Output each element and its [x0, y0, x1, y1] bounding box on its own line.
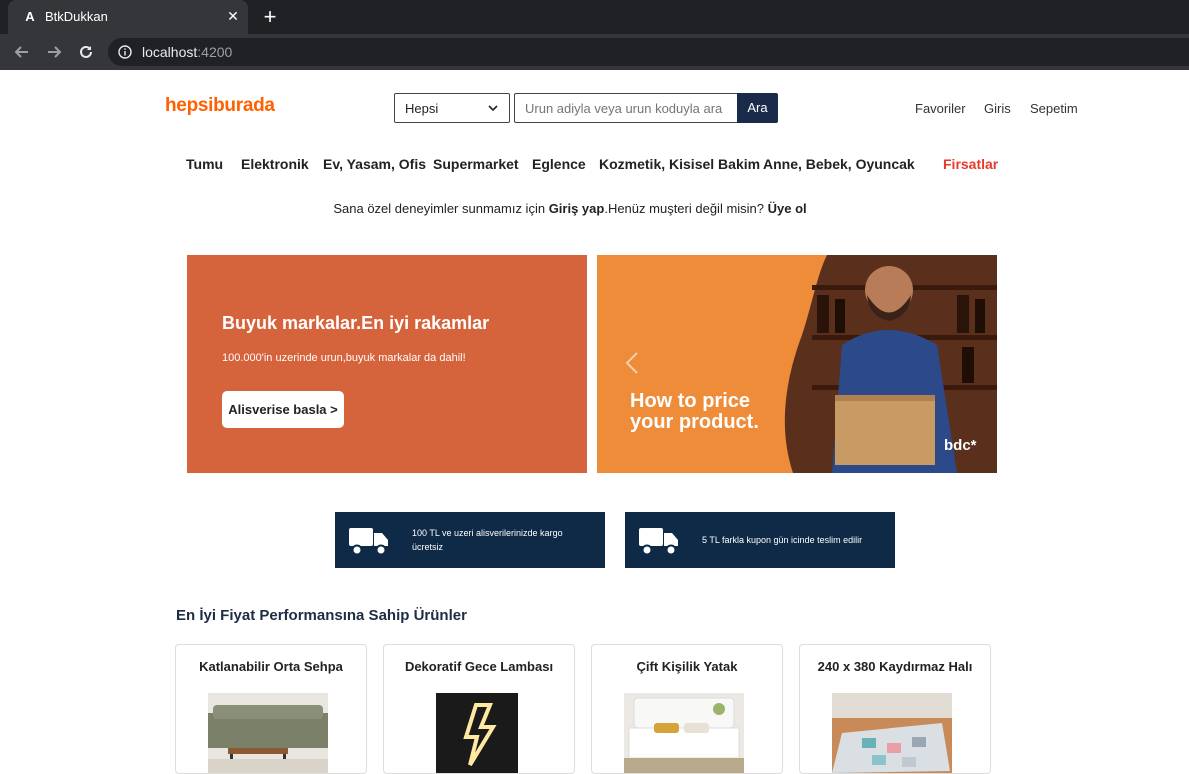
login-prompt-signup-link[interactable]: Üye ol	[768, 201, 807, 216]
menu-item-elektronik[interactable]: Elektronik	[241, 156, 309, 172]
banner-title: Buyuk markalar.En iyi rakamlar	[222, 313, 490, 333]
banner-subtitle: 100.000'in uzerinde urun,buyuk markalar …	[222, 352, 466, 364]
site-info-icon[interactable]	[118, 45, 132, 59]
carousel-headline-line2: your product.	[630, 411, 759, 433]
truck-icon	[639, 528, 678, 556]
shipping-info-box: 100 TL ve uzeri alisverilerinizde kargo …	[335, 512, 605, 568]
product-card[interactable]: Dekoratif Gece Lambası	[383, 644, 575, 774]
product-title: Katlanabilir Orta Sehpa	[199, 659, 343, 674]
carousel-brand-logo: bdc*	[944, 437, 977, 454]
login-prompt-prefix: Sana özel deneyimler sunmamız için	[333, 201, 549, 216]
login-prompt-login-link[interactable]: Giriş yap	[549, 201, 605, 216]
product-title: 240 x 380 Kaydırmaz Halı	[817, 659, 973, 674]
url-port: :4200	[197, 44, 233, 60]
menu-item-ev-yasam-ofis[interactable]: Ev, Yasam, Ofis	[323, 156, 426, 172]
category-select[interactable]: Hepsi	[394, 93, 510, 123]
promo-banner-left: Buyuk markalar.En iyi rakamlar 100.000'i…	[187, 255, 587, 473]
coupon-info-text: 5 TL farkla kupon gün icinde teslim edil…	[702, 535, 863, 545]
menu-item-anne-bebek[interactable]: Anne, Bebek, Oyuncak	[763, 156, 915, 172]
search-button[interactable]: Ara	[737, 93, 778, 123]
login-prompt-middle: .Henüz muşteri değil misin?	[604, 201, 768, 216]
section-title: En İyi Fiyat Performansına Sahip Ürünler	[176, 607, 467, 624]
menu-item-firsatlar[interactable]: Firsatlar	[943, 156, 998, 172]
product-title: Çift Kişilik Yatak	[636, 659, 738, 674]
product-image[interactable]	[436, 693, 518, 773]
carousel-headline-line1: How to price	[630, 390, 751, 412]
product-card[interactable]: Çift Kişilik Yatak	[591, 644, 783, 774]
shop-now-button[interactable]: Alisverise basla >	[222, 391, 344, 428]
product-image[interactable]	[832, 693, 952, 773]
forward-icon[interactable]	[42, 40, 66, 64]
url-text: localhost:4200	[142, 44, 232, 60]
product-image[interactable]	[208, 693, 328, 773]
browser-nav-bar: localhost:4200	[0, 34, 1189, 70]
menu-item-tumu[interactable]: Tumu	[186, 156, 223, 172]
login-prompt: Sana özel deneyimler sunmamız için Giriş…	[0, 201, 1140, 216]
product-card[interactable]: Katlanabilir Orta Sehpa	[175, 644, 367, 774]
page-content: hepsiburada Hepsi Ara Favoriler Giris Se…	[0, 70, 1189, 774]
coupon-info-box: 5 TL farkla kupon gün icinde teslim edil…	[625, 512, 895, 568]
site-logo[interactable]: hepsiburada	[165, 95, 275, 117]
reload-icon[interactable]	[74, 40, 98, 64]
url-host: localhost	[142, 44, 198, 60]
chevron-down-icon	[488, 105, 498, 112]
tab-title: BtkDukkan	[45, 9, 108, 24]
carousel-headline: How to price your product.	[630, 391, 759, 433]
search-input[interactable]	[514, 93, 740, 123]
cart-link[interactable]: Sepetim	[1030, 101, 1078, 116]
category-select-value: Hepsi	[405, 101, 439, 116]
login-link[interactable]: Giris	[984, 101, 1011, 116]
address-bar[interactable]: localhost:4200	[108, 38, 1189, 66]
carousel-prev-icon[interactable]	[625, 351, 639, 375]
banner-illustration	[784, 255, 997, 473]
product-card[interactable]: 240 x 380 Kaydırmaz Halı	[799, 644, 991, 774]
favorites-link[interactable]: Favoriler	[915, 101, 966, 116]
browser-tab-bar: A BtkDukkan ✕ +	[0, 0, 1189, 34]
new-tab-icon[interactable]: +	[258, 5, 282, 29]
back-icon[interactable]	[10, 40, 34, 64]
shipping-info-text: 100 TL ve uzeri alisverilerinizde kargo …	[412, 528, 563, 552]
menu-item-eglence[interactable]: Eglence	[532, 156, 586, 172]
product-title: Dekoratif Gece Lambası	[404, 659, 554, 674]
truck-icon	[349, 528, 388, 556]
angular-favicon-icon: A	[25, 9, 35, 24]
carousel-banner: How to price your product. bdc*	[597, 255, 997, 473]
menu-item-supermarket[interactable]: Supermarket	[433, 156, 519, 172]
browser-tab[interactable]: A BtkDukkan ✕	[8, 0, 248, 34]
product-image[interactable]	[624, 693, 744, 773]
menu-item-kozmetik[interactable]: Kozmetik, Kisisel Bakim	[599, 156, 760, 172]
close-tab-icon[interactable]: ✕	[224, 7, 242, 25]
